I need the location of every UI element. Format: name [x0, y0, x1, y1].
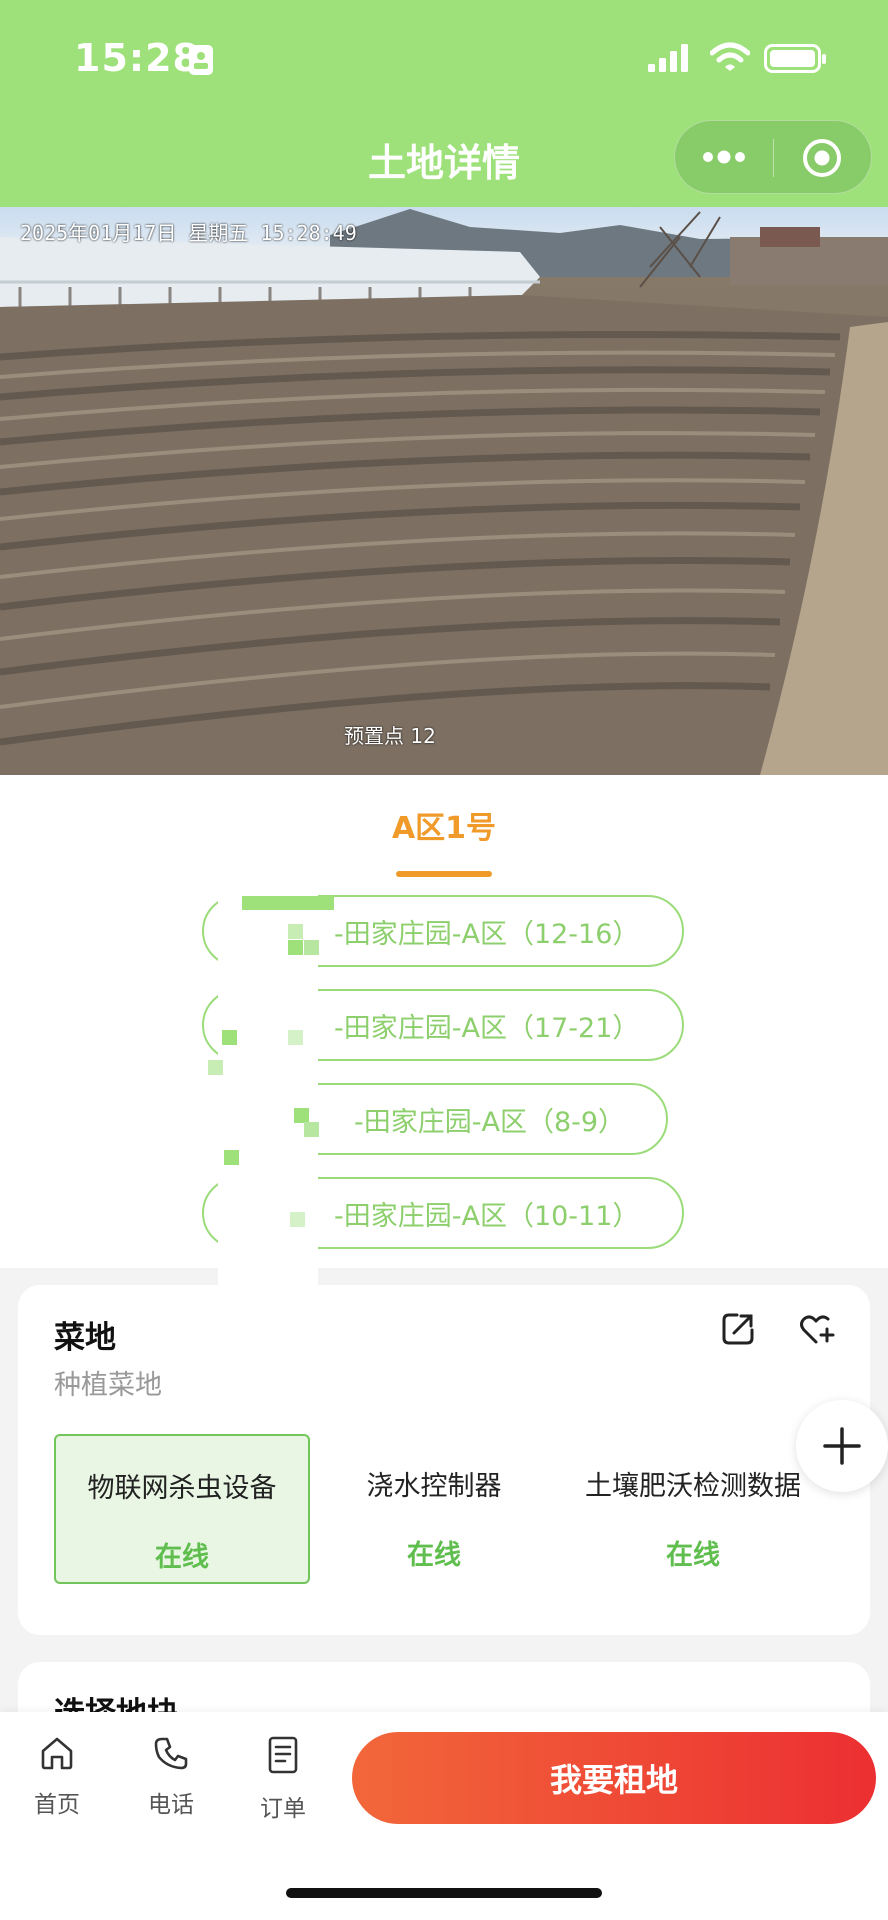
nav-phone-label: 电话 [148, 1792, 194, 1818]
zone-tab-active[interactable]: A区1号 [0, 803, 888, 847]
battery-icon [764, 44, 826, 73]
share-icon[interactable] [720, 1311, 756, 1347]
close-target-icon[interactable] [801, 137, 843, 179]
plot-label: -田家庄园-A区（17-21） [334, 1012, 640, 1044]
home-icon [41, 1737, 73, 1770]
rent-land-button[interactable]: 我要租地 [352, 1732, 876, 1824]
miniapp-capsule [674, 120, 872, 194]
device-name: 物联网杀虫设备 [87, 1473, 277, 1504]
privacy-mosaic-bar [242, 896, 334, 910]
land-subtitle: 种植菜地 [54, 1370, 162, 1401]
nav-home[interactable]: 首页 [12, 1735, 102, 1819]
device-name: 土壤肥沃检测数据 [585, 1471, 801, 1502]
id-card-icon [189, 45, 213, 75]
camera-preset: 预置点 12 [344, 724, 436, 748]
capsule-divider [773, 139, 774, 177]
order-icon [268, 1736, 298, 1774]
camera-feed[interactable] [0, 207, 888, 775]
plot-label: -田家庄园-A区（8-9） [354, 1106, 626, 1138]
plot-label: -田家庄园-A区（10-11） [334, 1200, 640, 1232]
add-floating-button[interactable] [796, 1400, 888, 1492]
device-status: 在线 [666, 1540, 720, 1571]
wifi-icon [710, 42, 750, 71]
privacy-mosaic [208, 894, 319, 1290]
plus-icon [823, 1427, 861, 1465]
camera-timestamp: 2025年01月17日 星期五 15:28:49 [20, 221, 357, 245]
device-tab-watering[interactable]: 浇水控制器 在线 [306, 1434, 562, 1584]
status-time: 15:28 [74, 36, 200, 80]
device-status: 在线 [155, 1542, 209, 1573]
zone-tab-underline [396, 871, 492, 877]
device-name: 浇水控制器 [366, 1471, 502, 1502]
plot-label: -田家庄园-A区（12-16） [334, 918, 640, 950]
nav-home-label: 首页 [34, 1792, 80, 1818]
phone-icon [154, 1737, 188, 1770]
device-status: 在线 [407, 1540, 461, 1571]
farmland-image [0, 207, 888, 775]
nav-orders[interactable]: 订单 [238, 1735, 328, 1823]
favorite-add-icon[interactable] [798, 1311, 836, 1347]
nav-phone[interactable]: 电话 [126, 1735, 216, 1819]
land-title: 菜地 [54, 1320, 116, 1356]
device-tab-insect-killer[interactable]: 物联网杀虫设备 在线 [54, 1434, 310, 1584]
nav-orders-label: 订单 [260, 1796, 306, 1822]
more-icon[interactable] [701, 147, 747, 167]
home-indicator [286, 1888, 602, 1898]
signal-icon [648, 44, 688, 72]
device-tab-soil-data[interactable]: 土壤肥沃检测数据 在线 [565, 1434, 821, 1584]
